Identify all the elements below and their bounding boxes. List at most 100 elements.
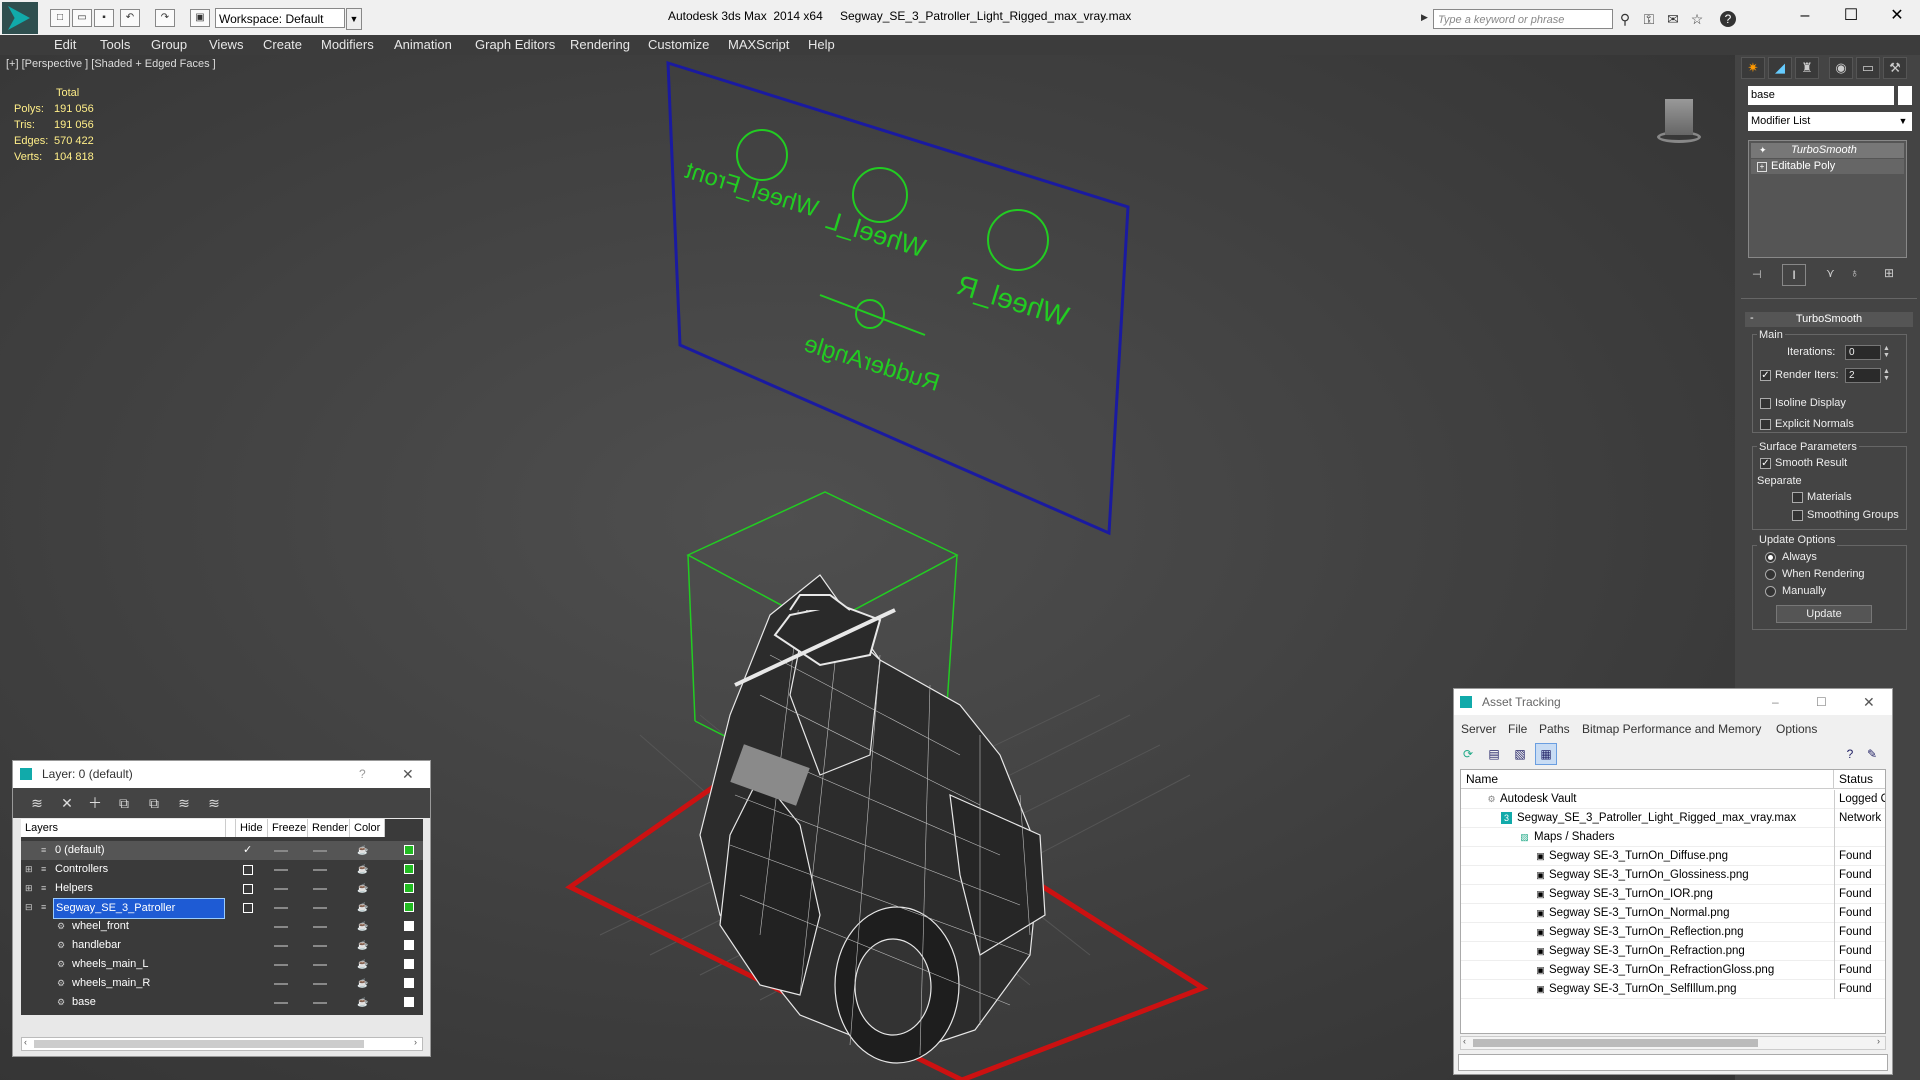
layer-color-swatch[interactable]: [404, 902, 414, 912]
add-to-layer-icon[interactable]: ＋: [85, 794, 105, 812]
dialog-title-bar[interactable]: Layer: 0 (default) ? ✕: [13, 761, 430, 788]
column-header-freeze[interactable]: Freeze: [268, 819, 308, 837]
layer-name[interactable]: Helpers: [55, 879, 93, 898]
utilities-tab-icon[interactable]: ⚒: [1883, 57, 1907, 79]
delete-layer-icon[interactable]: ✕: [57, 794, 77, 812]
asset-name[interactable]: Segway SE-3_TurnOn_Glossiness.png: [1549, 866, 1749, 885]
asset-row[interactable]: ▣ Segway SE-3_TurnOn_IOR.png Found: [1461, 885, 1885, 904]
always-radio[interactable]: [1765, 552, 1776, 563]
isoline-display-checkbox[interactable]: [1760, 398, 1771, 409]
stack-item-editable-poly[interactable]: Editable Poly: [1751, 159, 1904, 174]
modifier-list-dropdown[interactable]: Modifier List: [1748, 112, 1894, 131]
freeze-toggle[interactable]: [313, 945, 327, 947]
stack-item-turbosmooth[interactable]: TurboSmooth: [1751, 143, 1904, 158]
menu-animation[interactable]: Animation: [394, 37, 452, 52]
asset-row[interactable]: ⚙ Autodesk Vault Logged O: [1461, 790, 1885, 809]
freeze-all-layers-icon[interactable]: ≋: [204, 794, 224, 812]
object-row[interactable]: ⚙ handlebar ☕: [21, 936, 423, 955]
new-file-icon[interactable]: □: [50, 9, 70, 27]
hierarchy-tab-icon[interactable]: ♜: [1795, 57, 1819, 79]
freeze-toggle[interactable]: [313, 964, 327, 966]
menu-group[interactable]: Group: [151, 37, 187, 52]
search-input[interactable]: Type a keyword or phrase: [1433, 9, 1613, 29]
spinner-arrows-icon[interactable]: ▲ ▼: [1883, 345, 1890, 359]
modifier-stack[interactable]: TurboSmooth ✦ Editable Poly +: [1748, 140, 1907, 258]
thumbnail-view-icon[interactable]: ▧: [1509, 743, 1531, 765]
menu-views[interactable]: Views: [209, 37, 243, 52]
close-icon[interactable]: ✕: [402, 761, 414, 788]
column-header-render[interactable]: Render: [308, 819, 350, 837]
subscription-icon[interactable]: ⚿: [1640, 10, 1658, 28]
viewcube[interactable]: [1643, 87, 1715, 143]
object-row[interactable]: ⚙ wheels_main_R ☕: [21, 974, 423, 993]
remove-modifier-icon[interactable]: ♁: [1850, 266, 1859, 280]
object-row[interactable]: ⚙ wheel_front ☕: [21, 917, 423, 936]
spinner-arrows-icon[interactable]: ▲ ▼: [1883, 368, 1890, 382]
column-header-name[interactable]: Name: [1461, 770, 1834, 789]
motion-tab-icon[interactable]: ◉: [1829, 57, 1853, 79]
asset-row[interactable]: ▣ Segway SE-3_TurnOn_Normal.png Found: [1461, 904, 1885, 923]
menu-customize[interactable]: Customize: [648, 37, 709, 52]
help-icon[interactable]: ?: [1720, 11, 1736, 27]
menu-rendering[interactable]: Rendering: [570, 37, 630, 52]
scroll-right-icon[interactable]: ›: [1877, 1036, 1880, 1046]
turbosmooth-rollout-header[interactable]: TurboSmooth: [1745, 312, 1913, 327]
column-header-color[interactable]: Color: [350, 819, 385, 837]
chevron-down-icon[interactable]: ▼: [1894, 112, 1912, 131]
application-menu-button[interactable]: [2, 2, 38, 34]
asset-name[interactable]: Segway SE-3_TurnOn_RefractionGloss.png: [1549, 961, 1774, 980]
asset-row[interactable]: ▣ Segway SE-3_TurnOn_Glossiness.png Foun…: [1461, 866, 1885, 885]
freeze-toggle[interactable]: [313, 983, 327, 985]
menu-options[interactable]: Options: [1776, 722, 1817, 736]
teapot-icon[interactable]: ☕: [357, 883, 369, 893]
show-end-result-icon[interactable]: I: [1782, 264, 1806, 286]
object-name[interactable]: wheel_front: [72, 917, 129, 936]
object-name[interactable]: wheels_main_R: [72, 974, 150, 993]
current-layer-checkmark-icon[interactable]: ✓: [243, 841, 252, 860]
create-layer-icon[interactable]: ≋: [27, 794, 47, 812]
teapot-icon[interactable]: ☕: [357, 864, 369, 874]
layer-row[interactable]: ⊞ ≡ Helpers ☕: [21, 879, 423, 898]
smooth-result-checkbox[interactable]: ✓: [1760, 458, 1771, 469]
smoothing-groups-checkbox[interactable]: [1792, 510, 1803, 521]
highlight-layer-icon[interactable]: ⧉: [144, 794, 164, 812]
make-unique-icon[interactable]: ⋎: [1826, 266, 1835, 280]
help-icon[interactable]: ?: [359, 761, 366, 788]
iterations-spinner[interactable]: 0: [1845, 345, 1881, 360]
workspace-dropdown[interactable]: Workspace: Default: [215, 8, 345, 28]
object-color-swatch[interactable]: [404, 997, 414, 1007]
freeze-toggle[interactable]: [313, 926, 327, 928]
project-folder-icon[interactable]: ▣: [190, 9, 210, 27]
update-button[interactable]: Update: [1776, 605, 1872, 623]
menu-modifiers[interactable]: Modifiers: [321, 37, 374, 52]
when-rendering-radio[interactable]: [1765, 569, 1776, 580]
object-color-swatch[interactable]: [404, 921, 414, 931]
lightbulb-icon[interactable]: ✦: [1759, 145, 1767, 156]
asset-name[interactable]: Maps / Shaders: [1534, 828, 1615, 847]
highlight-editable-icon[interactable]: ✎: [1861, 743, 1883, 765]
freeze-toggle[interactable]: [313, 850, 327, 852]
chevron-down-icon[interactable]: ▼: [346, 8, 362, 30]
favorites-star-icon[interactable]: ☆: [1688, 10, 1706, 28]
layer-row[interactable]: ⊞ ≡ Controllers ☕: [21, 860, 423, 879]
pin-stack-icon[interactable]: ⊣: [1752, 268, 1762, 281]
freeze-toggle[interactable]: [313, 1002, 327, 1004]
render-iters-checkbox[interactable]: ✓: [1760, 370, 1771, 381]
freeze-toggle[interactable]: [313, 888, 327, 890]
scrollbar-thumb[interactable]: [1473, 1039, 1758, 1047]
current-layer-box[interactable]: [243, 884, 253, 894]
maximize-icon[interactable]: ☐: [1836, 4, 1866, 28]
save-file-icon[interactable]: ▪: [94, 9, 114, 27]
asset-row[interactable]: ▨ Maps / Shaders: [1461, 828, 1885, 847]
object-name-field[interactable]: base: [1748, 86, 1894, 105]
close-icon[interactable]: ✕: [1863, 689, 1875, 715]
asset-name[interactable]: Segway_SE_3_Patroller_Light_Rigged_max_v…: [1517, 809, 1796, 828]
scroll-left-icon[interactable]: ‹: [1463, 1036, 1466, 1046]
object-color-swatch[interactable]: [404, 940, 414, 950]
refresh-icon[interactable]: ⟳: [1457, 743, 1479, 765]
viewcube-box-icon[interactable]: [1665, 99, 1693, 135]
path-field[interactable]: [1458, 1054, 1888, 1071]
redo-icon[interactable]: ↷: [155, 9, 175, 27]
menu-maxscript[interactable]: MAXScript: [728, 37, 789, 52]
help-icon[interactable]: ?: [1839, 743, 1861, 765]
